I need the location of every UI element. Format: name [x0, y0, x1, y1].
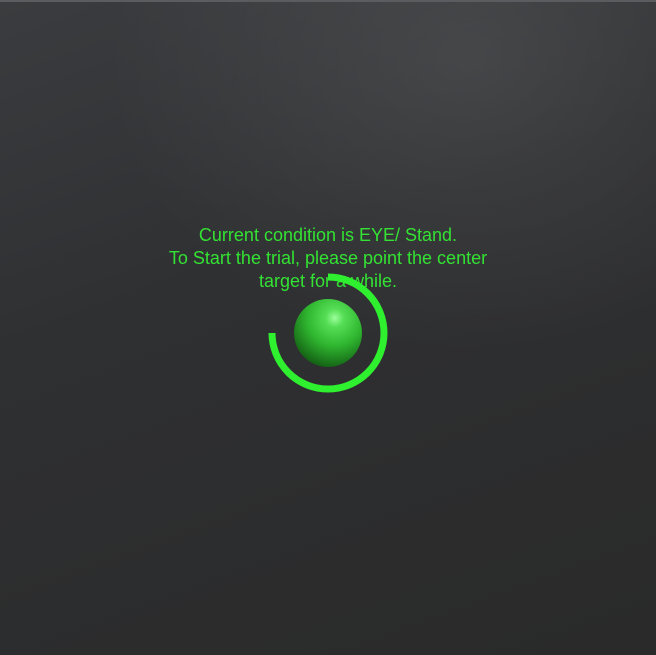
target-graphic: [268, 273, 388, 393]
green-sphere-icon: [294, 299, 362, 367]
center-target[interactable]: [262, 267, 394, 399]
condition-line: Current condition is EYE/ Stand.: [198, 225, 458, 245]
viewport-top-edge: [0, 0, 656, 2]
